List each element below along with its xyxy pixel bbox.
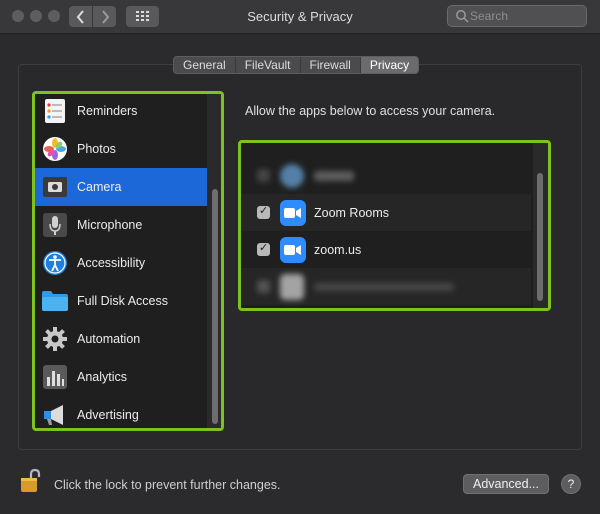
sidebar-item-label: Microphone: [77, 218, 143, 232]
app-name: Zoom Rooms: [314, 205, 390, 220]
sidebar-item-label: Advertising: [77, 408, 139, 422]
app-permission-list: ✓ Zoom Rooms ✓ zoom.us: [238, 140, 551, 311]
search-input[interactable]: Search: [447, 5, 587, 27]
sidebar-item-label: Automation: [77, 332, 141, 346]
sidebar-item-label: Camera: [77, 180, 122, 194]
advanced-button[interactable]: Advanced...: [463, 474, 549, 494]
apps-scrollbar[interactable]: [537, 173, 543, 301]
sidebar-item-reminders[interactable]: Reminders: [35, 94, 207, 130]
list-item-blurred: [241, 157, 531, 194]
sidebar-item-advertising[interactable]: Advertising: [35, 396, 207, 428]
list-item-zoom-rooms[interactable]: ✓ Zoom Rooms: [241, 194, 531, 231]
camera-icon: [41, 173, 69, 201]
accessibility-icon: [41, 249, 69, 277]
search-icon: [456, 10, 469, 23]
tab-general[interactable]: General: [174, 57, 236, 73]
camera-description: Allow the apps below to access your came…: [245, 104, 496, 118]
search-placeholder: Search: [470, 9, 509, 23]
help-button[interactable]: ?: [561, 474, 581, 494]
sidebar-item-label: Analytics: [77, 370, 128, 384]
title-bar: Security & Privacy Search: [0, 0, 600, 34]
analytics-icon: [41, 363, 69, 391]
sidebar-item-analytics[interactable]: Analytics: [35, 358, 207, 396]
sidebar-item-microphone[interactable]: Microphone: [35, 206, 207, 244]
tab-filevault[interactable]: FileVault: [236, 57, 301, 73]
zoom-rooms-checkbox[interactable]: ✓: [257, 205, 270, 219]
sidebar-item-photos[interactable]: Photos: [35, 130, 207, 168]
privacy-category-list: Reminders Photos Camera Microphone Acces…: [32, 91, 224, 431]
sidebar-item-label: Photos: [77, 142, 116, 156]
megaphone-icon: [41, 401, 69, 428]
lock-status-text: Click the lock to prevent further change…: [54, 478, 281, 492]
sidebar-item-automation[interactable]: Automation: [35, 320, 207, 358]
sidebar-item-full-disk-access[interactable]: Full Disk Access: [35, 282, 207, 320]
microphone-icon: [41, 211, 69, 239]
list-item-blurred: [241, 268, 531, 305]
sidebar-item-camera[interactable]: Camera: [35, 168, 207, 206]
tab-privacy[interactable]: Privacy: [360, 57, 419, 73]
lock-icon[interactable]: [20, 468, 42, 494]
sidebar-item-label: Reminders: [77, 104, 138, 118]
reminders-icon: [41, 97, 69, 125]
zoom-rooms-icon: [280, 199, 306, 226]
list-item-zoom-us[interactable]: ✓ zoom.us: [241, 231, 531, 268]
zoom-us-checkbox[interactable]: ✓: [257, 242, 270, 256]
gear-icon: [41, 325, 69, 353]
tab-firewall[interactable]: Firewall: [301, 57, 361, 73]
zoom-icon: [280, 236, 306, 263]
sidebar-item-accessibility[interactable]: Accessibility: [35, 244, 207, 282]
sidebar-item-label: Full Disk Access: [77, 294, 168, 308]
app-name: zoom.us: [314, 242, 362, 257]
tab-bar: General FileVault Firewall Privacy: [173, 56, 420, 74]
photos-icon: [41, 135, 69, 163]
folder-icon: [41, 287, 69, 315]
sidebar-item-label: Accessibility: [77, 256, 146, 270]
sidebar-scrollbar[interactable]: [212, 189, 218, 424]
